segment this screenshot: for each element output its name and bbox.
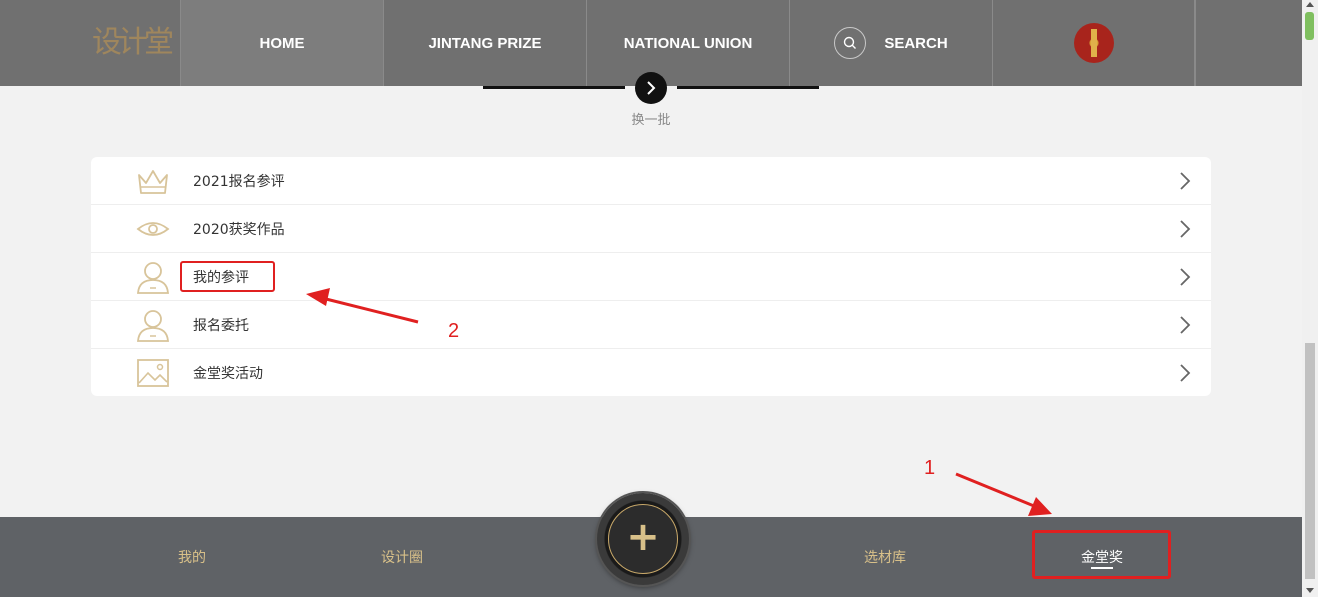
switch-batch-label[interactable]: 换一批: [621, 109, 681, 128]
plus-ring: [608, 504, 678, 574]
menu-item-entry-delegation[interactable]: 报名委托: [91, 301, 1211, 349]
user-icon: [137, 262, 169, 294]
menu-item-2020-winners[interactable]: 2020获奖作品: [91, 205, 1211, 253]
menu-item-label: 2021报名参评: [193, 173, 285, 190]
tab-mine[interactable]: 我的: [142, 517, 242, 597]
menu-item-label: 报名委托: [193, 317, 249, 334]
menu-item-2021-entry[interactable]: 2021报名参评: [91, 157, 1211, 205]
avatar[interactable]: [1073, 23, 1114, 63]
divider-line-right: [677, 86, 819, 89]
chevron-right-icon: [1180, 316, 1191, 334]
image-icon: [137, 359, 169, 387]
search-icon[interactable]: [834, 27, 867, 59]
nav-national-union[interactable]: NATIONAL UNION: [586, 0, 789, 86]
annotation-box-my-entries: [180, 261, 275, 292]
scroll-thumb[interactable]: [1305, 343, 1315, 579]
chevron-right-icon: [647, 81, 656, 95]
logo[interactable]: 设计堂: [0, 0, 180, 86]
add-button[interactable]: +: [597, 493, 689, 585]
divider-line-left: [483, 86, 625, 89]
nav-user[interactable]: [992, 0, 1195, 86]
menu-item-label: 金堂奖活动: [193, 366, 263, 382]
logo-mark: 设计堂: [92, 25, 174, 60]
nav-jintang-prize[interactable]: JINTANG PRIZE: [383, 0, 586, 86]
menu-item-label: 2020获奖作品: [193, 221, 285, 238]
scroll-down-arrow-icon[interactable]: [1306, 588, 1314, 593]
annotation-number-2: 2: [448, 320, 460, 342]
scroll-up-arrow-icon[interactable]: [1306, 2, 1314, 7]
tab-design-circle[interactable]: 设计圈: [352, 517, 452, 597]
tab-material-library[interactable]: 选材库: [835, 517, 935, 597]
switch-batch-button[interactable]: [635, 72, 667, 104]
nav-search[interactable]: SEARCH: [789, 0, 992, 86]
chevron-right-icon: [1180, 172, 1191, 190]
scroll-grip[interactable]: [1305, 12, 1314, 40]
menu-item-jintang-events[interactable]: 金堂奖活动: [91, 349, 1211, 397]
annotation-box-jintang-tab: [1032, 530, 1171, 579]
nav-home[interactable]: HOME: [180, 0, 383, 86]
eye-icon: [136, 222, 170, 236]
chevron-right-icon: [1180, 220, 1191, 238]
crown-icon: [138, 170, 168, 194]
scrollbar[interactable]: [1302, 0, 1318, 597]
user-icon: [137, 310, 169, 342]
chevron-right-icon: [1180, 364, 1191, 382]
nav-spacer: [1195, 0, 1302, 86]
annotation-number-1: 1: [924, 457, 936, 479]
chevron-right-icon: [1180, 268, 1191, 286]
